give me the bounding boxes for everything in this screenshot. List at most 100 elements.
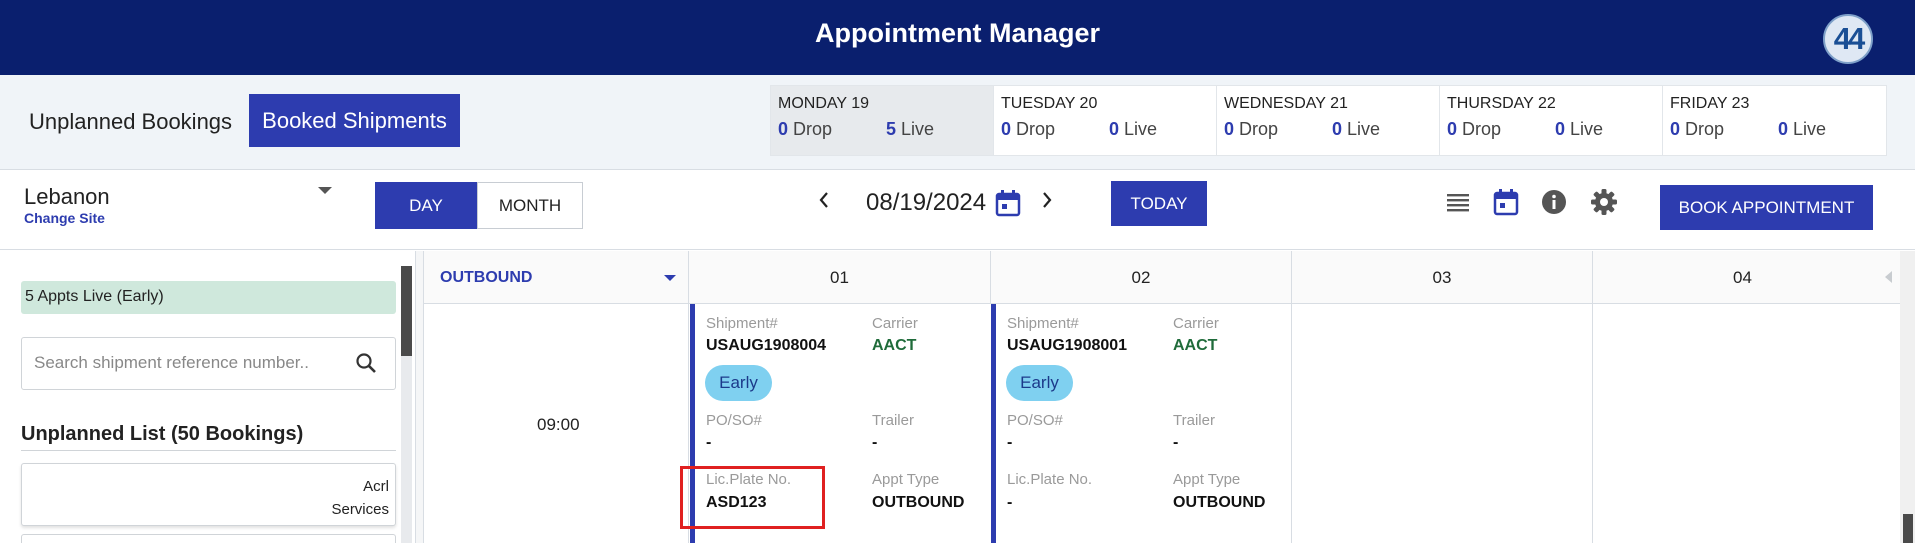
day-view-button[interactable]: DAY xyxy=(375,182,477,229)
chevron-right-icon[interactable] xyxy=(1035,185,1059,215)
app-title: Appointment Manager xyxy=(814,18,1100,48)
day-name: MONDAY 19 xyxy=(778,95,869,112)
po-label: PO/SO# xyxy=(1007,412,1063,429)
trailer-label: Trailer xyxy=(872,412,914,429)
column-header: 01 xyxy=(688,251,990,304)
status-badge: Early xyxy=(705,365,772,401)
appointment-card[interactable]: Shipment# USAUG1908004 Carrier AACT Earl… xyxy=(690,304,990,543)
column-header: 02 xyxy=(990,251,1291,304)
current-date: 08/19/2024 xyxy=(866,189,987,216)
list-icon[interactable] xyxy=(1441,185,1475,219)
app-header: Appointment Manager 44 xyxy=(0,0,1915,75)
calendar-icon[interactable] xyxy=(995,189,1021,222)
plate-label: Lic.Plate No. xyxy=(1007,471,1093,488)
trailer-value: - xyxy=(872,434,878,451)
column-divider xyxy=(1592,304,1593,543)
shipment-number: USAUG1908001 xyxy=(1007,337,1128,354)
drop-label: Drop xyxy=(1239,119,1279,139)
live-count: 0 xyxy=(1555,119,1566,139)
plate-label: Lic.Plate No. xyxy=(706,471,792,488)
day-summary-tuesday[interactable]: TUESDAY 20 0 Drop 0 Live xyxy=(994,86,1217,155)
direction-caret-icon[interactable] xyxy=(664,275,676,281)
direction-select[interactable]: OUTBOUND xyxy=(440,269,532,287)
day-summary-friday[interactable]: FRIDAY 23 0 Drop 0 Live xyxy=(1663,86,1886,155)
tab-unplanned-bookings[interactable]: Unplanned Bookings xyxy=(29,109,232,135)
column-header: 03 xyxy=(1291,251,1592,304)
search-box xyxy=(21,337,396,390)
live-label: Live xyxy=(1793,119,1827,139)
drop-label: Drop xyxy=(793,119,833,139)
left-scrollbar-thumb[interactable] xyxy=(401,266,412,356)
day-summary-thursday[interactable]: THURSDAY 22 0 Drop 0 Live xyxy=(1440,86,1663,155)
column-divider xyxy=(688,304,689,543)
month-view-button[interactable]: MONTH xyxy=(477,182,583,229)
search-icon[interactable] xyxy=(355,352,377,379)
trailer-label: Trailer xyxy=(1173,412,1215,429)
shipment-number: USAUG1908004 xyxy=(706,337,827,354)
live-count: 0 xyxy=(1109,119,1120,139)
divider xyxy=(21,450,396,451)
live-count: 0 xyxy=(1778,119,1789,139)
day-summary-monday[interactable]: MONDAY 19 0 Drop 5 Live xyxy=(771,86,994,155)
day-name: TUESDAY 20 xyxy=(1001,95,1098,112)
view-bar: Unplanned Bookings Booked Shipments MOND… xyxy=(0,75,1915,170)
grid-scrollbar[interactable] xyxy=(1900,251,1915,543)
gear-icon[interactable] xyxy=(1587,185,1621,219)
carrier-value: AACT xyxy=(872,337,917,354)
calendar-view-icon[interactable] xyxy=(1489,185,1523,219)
appt-type-label: Appt Type xyxy=(1173,471,1241,488)
day-summary-wednesday[interactable]: WEDNESDAY 21 0 Drop 0 Live xyxy=(1217,86,1440,155)
day-summary-strip: MONDAY 19 0 Drop 5 Live TUESDAY 20 0 Dro… xyxy=(770,85,1887,156)
po-label: PO/SO# xyxy=(706,412,762,429)
unplanned-list-title: Unplanned List (50 Bookings) xyxy=(21,423,304,445)
drop-count: 0 xyxy=(1001,119,1012,139)
left-scrollbar[interactable] xyxy=(401,266,412,543)
list-item-line1: Acrl xyxy=(363,478,389,495)
chevron-left-icon[interactable] xyxy=(812,185,836,215)
live-count: 0 xyxy=(1332,119,1343,139)
live-status-chip[interactable]: 5 Appts Live (Early) xyxy=(21,281,396,314)
company-logo: 44 xyxy=(1823,14,1873,64)
site-dropdown-caret-icon[interactable] xyxy=(318,187,332,194)
schedule-grid: OUTBOUND 01 02 03 04 09:00 Shipment# USA… xyxy=(424,251,1915,543)
live-label: Live xyxy=(901,119,935,139)
list-item[interactable] xyxy=(21,534,396,543)
drop-count: 0 xyxy=(1670,119,1681,139)
live-label: Live xyxy=(1124,119,1158,139)
today-button[interactable]: TODAY xyxy=(1111,181,1207,226)
grid-scrollbar-thumb[interactable] xyxy=(1903,514,1913,543)
status-badge: Early xyxy=(1006,365,1073,401)
day-name: THURSDAY 22 xyxy=(1447,95,1556,112)
drop-label: Drop xyxy=(1462,119,1502,139)
appt-type-value: OUTBOUND xyxy=(1173,494,1266,511)
po-value: - xyxy=(706,434,712,451)
time-slot-label: 09:00 xyxy=(537,415,580,434)
column-header: 04 xyxy=(1592,251,1892,304)
drop-count: 0 xyxy=(1224,119,1235,139)
appointment-card[interactable]: Shipment# USAUG1908001 Carrier AACT Earl… xyxy=(991,304,1291,543)
po-value: - xyxy=(1007,434,1013,451)
day-name: WEDNESDAY 21 xyxy=(1224,95,1348,112)
unplanned-panel: 5 Appts Live (Early) Unplanned List (50 … xyxy=(0,251,415,543)
schedule-toolbar: Lebanon Change Site DAY MONTH 08/19/2024… xyxy=(0,171,1915,250)
search-input[interactable] xyxy=(34,353,344,373)
grid-header: OUTBOUND 01 02 03 04 xyxy=(424,251,1915,304)
scroll-left-icon[interactable] xyxy=(1885,271,1892,283)
info-icon[interactable] xyxy=(1537,185,1571,219)
drop-count: 0 xyxy=(1447,119,1458,139)
carrier-label: Carrier xyxy=(1173,315,1219,332)
change-site-link[interactable]: Change Site xyxy=(24,210,105,226)
appt-type-label: Appt Type xyxy=(872,471,940,488)
plate-value: - xyxy=(1007,494,1013,511)
site-name: Lebanon xyxy=(24,184,110,209)
live-count: 5 xyxy=(886,119,897,139)
list-item[interactable]: Acrl Services xyxy=(21,463,396,526)
tab-booked-shipments[interactable]: Booked Shipments xyxy=(249,94,460,147)
list-item-line2: Services xyxy=(331,501,389,518)
plate-value: ASD123 xyxy=(706,494,767,511)
trailer-value: - xyxy=(1173,434,1179,451)
drop-label: Drop xyxy=(1685,119,1725,139)
drop-label: Drop xyxy=(1016,119,1056,139)
column-divider xyxy=(1291,304,1292,543)
book-appointment-button[interactable]: BOOK APPOINTMENT xyxy=(1660,185,1873,230)
